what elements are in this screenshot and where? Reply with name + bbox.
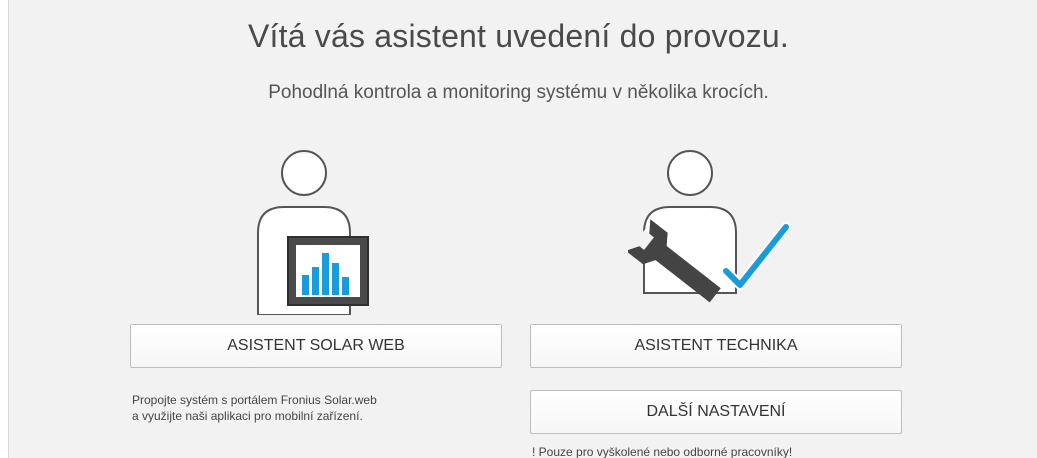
setup-wizard-page: Vítá vás asistent uvedení do provozu. Po… xyxy=(0,0,1037,458)
solar-web-description-line1: Propojte systém s portálem Fronius Solar… xyxy=(132,393,377,407)
more-settings-button[interactable]: DALŠÍ NASTAVENÍ xyxy=(530,390,902,434)
solar-web-description-line2: a využijte naši aplikaci pro mobilní zař… xyxy=(132,409,363,423)
solar-web-wizard-button[interactable]: ASISTENT SOLAR WEB xyxy=(130,324,502,368)
solar-web-description: Propojte systém s portálem Fronius Solar… xyxy=(132,392,492,424)
user-with-wrench-and-checkmark-icon xyxy=(628,150,791,303)
left-border xyxy=(0,0,9,458)
technician-wizard-button[interactable]: ASISTENT TECHNIKA xyxy=(530,324,902,368)
page-title: Vítá vás asistent uvedení do provozu. xyxy=(247,18,790,54)
user-with-chart-monitor-icon xyxy=(257,150,369,315)
page-subtitle: Pohodlná kontrola a monitoring systému v… xyxy=(268,82,769,103)
qualified-personnel-note: ! Pouze pro vyškolené nebo odborné praco… xyxy=(532,445,793,458)
